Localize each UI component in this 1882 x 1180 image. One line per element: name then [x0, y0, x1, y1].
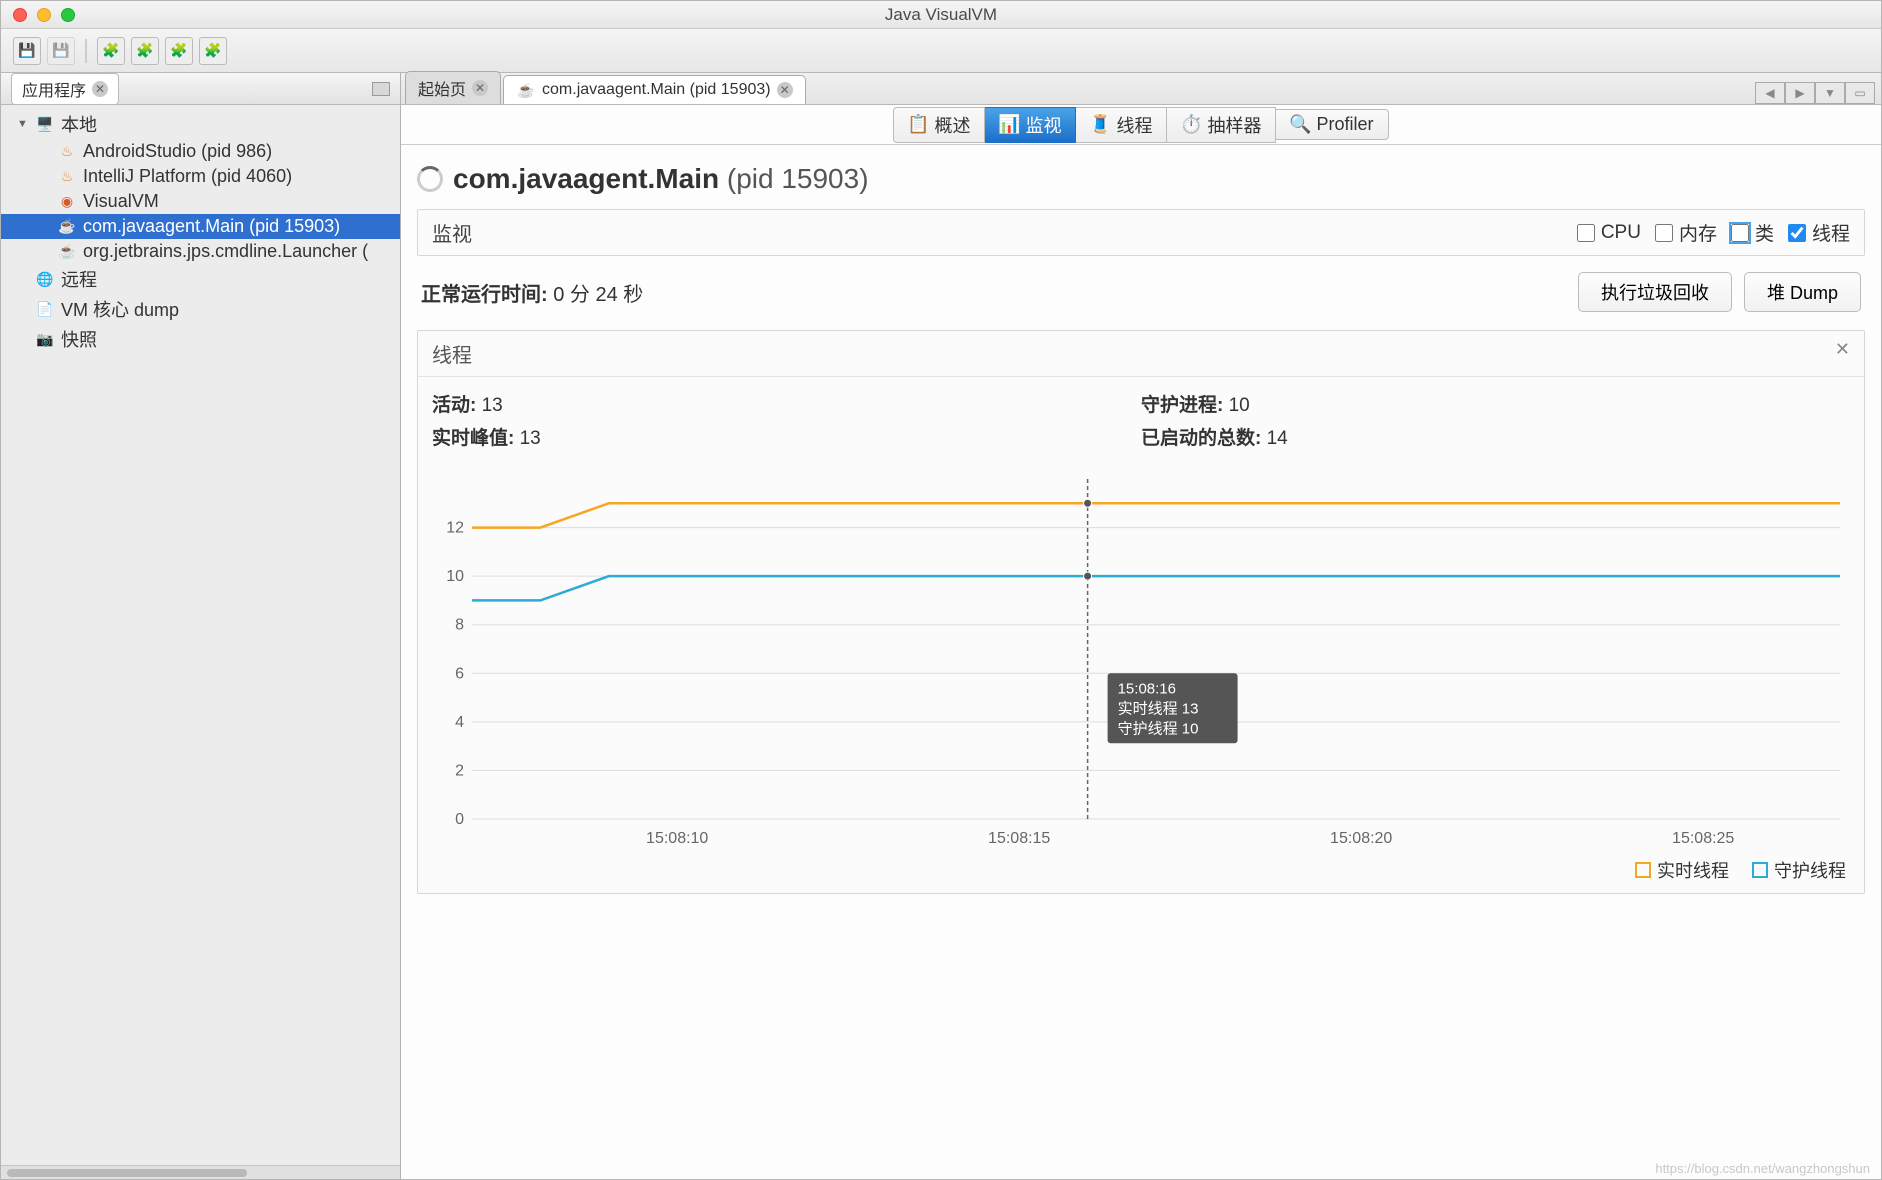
subtab-overview[interactable]: 📋概述 — [893, 107, 985, 143]
svg-text:15:08:15: 15:08:15 — [988, 830, 1050, 847]
checkbox-class[interactable]: 类 — [1731, 219, 1774, 246]
tab-label: com.javaagent.Main (pid 15903) — [542, 81, 771, 99]
tree-label: 快照 — [61, 326, 97, 352]
toolbar-btn-6[interactable]: 🧩 — [199, 37, 227, 65]
tree-node-snapshot[interactable]: 📷 快照 — [1, 324, 400, 354]
svg-text:实时线程 13: 实时线程 13 — [1118, 700, 1199, 717]
subtab-profiler[interactable]: 🔍Profiler — [1276, 109, 1388, 140]
chart-legend: 实时线程 守护线程 — [418, 853, 1864, 893]
tree-node-remote[interactable]: 🌐 远程 — [1, 264, 400, 294]
tree-node-coredump[interactable]: 📄 VM 核心 dump — [1, 294, 400, 324]
sidebar: 应用程序 ✕ ▼ 🖥️ 本地 ♨ AndroidStudio (pid 986)… — [1, 73, 401, 1179]
heap-dump-button[interactable]: 堆 Dump — [1744, 272, 1861, 312]
subtab-bar: 📋概述 📊监视 🧵线程 ⏱️抽样器 🔍Profiler — [401, 105, 1881, 145]
close-panel-icon[interactable]: ✕ — [1835, 339, 1850, 368]
loading-spinner-icon — [417, 166, 443, 192]
close-icon[interactable]: ✕ — [472, 80, 488, 96]
subtab-sampler[interactable]: ⏱️抽样器 — [1167, 107, 1276, 143]
tree-item[interactable]: ♨ IntelliJ Platform (pid 4060) — [1, 164, 400, 189]
tree-item[interactable]: ♨ AndroidStudio (pid 986) — [1, 139, 400, 164]
svg-text:15:08:16: 15:08:16 — [1118, 680, 1176, 697]
svg-text:4: 4 — [455, 714, 464, 731]
svg-text:8: 8 — [455, 617, 464, 634]
page-title: com.javaagent.Main (pid 15903) — [453, 163, 869, 195]
toolbar-btn-5[interactable]: 🧩 — [165, 37, 193, 65]
java-app-icon: ☕ — [516, 80, 536, 100]
svg-text:15:08:25: 15:08:25 — [1672, 830, 1734, 847]
checkbox-thread[interactable]: 线程 — [1788, 219, 1850, 246]
tab-label: 起始页 — [418, 76, 466, 100]
svg-text:6: 6 — [455, 665, 464, 682]
horizontal-scrollbar[interactable] — [1, 1165, 400, 1179]
minimize-panel-icon[interactable] — [372, 82, 390, 96]
tree-item[interactable]: ◉ VisualVM — [1, 189, 400, 214]
threads-chart[interactable]: 0 2 4 6 8 10 12 15:08:10 15:08:15 15:08:20 15:08:2… — [432, 469, 1850, 849]
tree-item-selected[interactable]: ☕ com.javaagent.Main (pid 15903) — [1, 214, 400, 239]
svg-text:15:08:10: 15:08:10 — [646, 830, 708, 847]
tab-active-app[interactable]: ☕ com.javaagent.Main (pid 15903) ✕ — [503, 75, 806, 104]
network-icon: 🌐 — [35, 269, 55, 289]
toolbar-btn-4[interactable]: 🧩 — [131, 37, 159, 65]
nav-prev-button[interactable]: ◀ — [1755, 82, 1785, 104]
chevron-down-icon[interactable]: ▼ — [17, 118, 29, 130]
computer-icon: 🖥️ — [35, 114, 55, 134]
tabbar: 起始页 ✕ ☕ com.javaagent.Main (pid 15903) ✕… — [401, 73, 1881, 105]
tree-label: VM 核心 dump — [61, 296, 179, 322]
close-icon[interactable]: ✕ — [92, 81, 108, 97]
dump-icon: 📄 — [35, 299, 55, 319]
checkbox-memory[interactable]: 内存 — [1655, 219, 1717, 246]
app-tree[interactable]: ▼ 🖥️ 本地 ♨ AndroidStudio (pid 986) ♨ Inte… — [1, 105, 400, 1165]
profiler-icon: 🔍 — [1290, 115, 1310, 135]
titlebar: Java VisualVM — [1, 1, 1881, 29]
tree-item-label: org.jetbrains.jps.cmdline.Launcher ( — [83, 241, 368, 262]
snapshot-icon: 📷 — [35, 329, 55, 349]
java-app-icon: ☕ — [57, 242, 77, 262]
toolbar: 💾 💾 🧩 🧩 🧩 🧩 — [1, 29, 1881, 73]
toolbar-btn-3[interactable]: 🧩 — [97, 37, 125, 65]
visualvm-icon: ◉ — [57, 192, 77, 212]
tree-node-local[interactable]: ▼ 🖥️ 本地 — [1, 109, 400, 139]
monitor-icon: 📊 — [999, 115, 1019, 135]
svg-text:15:08:20: 15:08:20 — [1330, 830, 1392, 847]
sampler-icon: ⏱️ — [1181, 115, 1201, 135]
tree-item-label: AndroidStudio (pid 986) — [83, 141, 272, 162]
subtab-monitor[interactable]: 📊监视 — [985, 107, 1076, 143]
threads-icon: 🧵 — [1090, 115, 1110, 135]
tree-item[interactable]: ☕ org.jetbrains.jps.cmdline.Launcher ( — [1, 239, 400, 264]
sidebar-tab-apps[interactable]: 应用程序 ✕ — [11, 73, 119, 105]
nav-dropdown-button[interactable]: ▼ — [1815, 82, 1845, 104]
tab-start[interactable]: 起始页 ✕ — [405, 71, 501, 104]
tree-item-label: VisualVM — [83, 191, 159, 212]
close-icon[interactable]: ✕ — [777, 82, 793, 98]
tree-label: 远程 — [61, 266, 97, 292]
java-app-icon: ☕ — [57, 217, 77, 237]
nav-next-button[interactable]: ▶ — [1785, 82, 1815, 104]
tree-item-label: IntelliJ Platform (pid 4060) — [83, 166, 292, 187]
sidebar-tab-label: 应用程序 — [22, 77, 86, 101]
uptime-text: 正常运行时间: 0 分 24 秒 — [421, 278, 643, 307]
panel-title: 线程 — [432, 339, 472, 368]
scrollbar-thumb[interactable] — [7, 1169, 247, 1177]
tree-item-label: com.javaagent.Main (pid 15903) — [83, 216, 340, 237]
subtab-threads[interactable]: 🧵线程 — [1076, 107, 1167, 143]
overview-icon: 📋 — [908, 115, 928, 135]
window-title: Java VisualVM — [1, 5, 1881, 25]
watermark: https://blog.csdn.net/wangzhongshun — [1655, 1161, 1870, 1176]
toolbar-btn-2: 💾 — [47, 37, 75, 65]
svg-text:0: 0 — [455, 811, 464, 828]
checkbox-cpu[interactable]: CPU — [1577, 222, 1641, 244]
java-icon: ♨ — [57, 167, 77, 187]
svg-text:12: 12 — [446, 520, 464, 537]
gc-button[interactable]: 执行垃圾回收 — [1578, 272, 1732, 312]
toolbar-btn-1[interactable]: 💾 — [13, 37, 41, 65]
nav-max-button[interactable]: ▭ — [1845, 82, 1875, 104]
svg-text:2: 2 — [455, 762, 464, 779]
threads-panel: 线程 ✕ 活动: 13 实时峰值: 13 守护进程: 10 已启动的总数: 14 — [417, 330, 1865, 894]
java-icon: ♨ — [57, 142, 77, 162]
monitor-section-label: 监视 — [432, 218, 472, 247]
svg-text:10: 10 — [446, 568, 464, 585]
tree-label: 本地 — [61, 111, 97, 137]
svg-text:守护线程 10: 守护线程 10 — [1118, 720, 1199, 737]
